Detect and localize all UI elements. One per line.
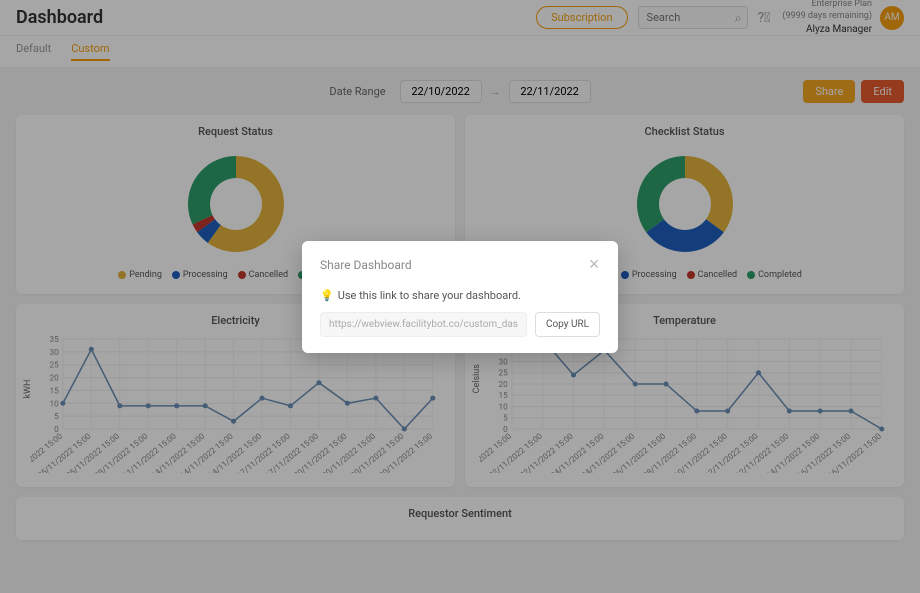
share-url-input[interactable] (320, 312, 527, 337)
close-icon[interactable]: ✕ (588, 257, 600, 273)
modal-overlay[interactable]: Share Dashboard ✕ 💡 Use this link to sha… (0, 0, 920, 593)
share-modal: Share Dashboard ✕ 💡 Use this link to sha… (302, 241, 618, 353)
copy-url-button[interactable]: Copy URL (535, 312, 600, 337)
modal-title: Share Dashboard (320, 258, 412, 272)
lightbulb-icon: 💡 (320, 289, 334, 302)
modal-hint: 💡 Use this link to share your dashboard. (320, 289, 600, 302)
